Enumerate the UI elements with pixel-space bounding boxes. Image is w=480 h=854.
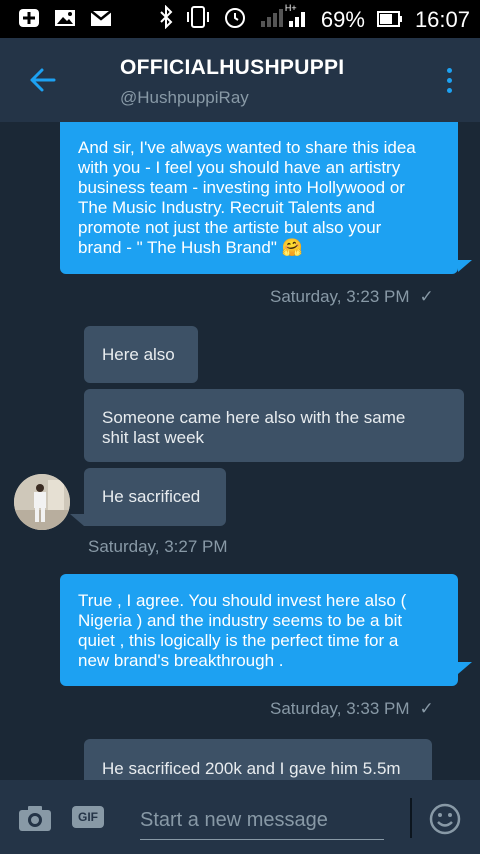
bubble-tail <box>458 662 472 674</box>
incoming-message[interactable]: Here also <box>84 326 198 383</box>
message-list[interactable]: And sir, I've always wanted to share thi… <box>0 122 480 780</box>
conversation-title[interactable]: OFFICIALHUSHPUPPI <box>120 56 344 80</box>
message-line: shit last week <box>102 428 205 447</box>
emoji-icon[interactable] <box>428 802 462 841</box>
image-icon <box>54 8 76 28</box>
message-line: Here also <box>102 345 175 364</box>
message-input[interactable] <box>140 802 384 840</box>
bluetooth-icon <box>159 4 173 35</box>
incoming-message[interactable]: He sacrificed 200k and I gave him 5.5m <box>84 739 432 780</box>
avatar[interactable] <box>14 474 70 530</box>
message-timestamp: Saturday, 3:27 PM <box>88 537 228 556</box>
sent-check-icon: ✓ <box>419 699 434 718</box>
message-timestamp: Saturday, 3:23 PM ✓ <box>270 287 434 306</box>
clock-time: 16:07 <box>414 7 470 32</box>
outgoing-message[interactable]: True , I agree. You should invest here a… <box>60 574 458 686</box>
message-line: new brand's breakthrough . <box>78 651 284 670</box>
message-line: business team - investing into Hollywood… <box>78 178 405 197</box>
message-timestamp: Saturday, 3:33 PM ✓ <box>270 699 434 718</box>
gif-button[interactable]: GIF <box>72 806 104 828</box>
message-line: True , I agree. You should invest here a… <box>78 591 407 610</box>
bubble-tail <box>458 260 472 272</box>
battery-percent: 69% <box>320 7 365 32</box>
message-line: He sacrificed <box>102 487 201 506</box>
message-line: quiet , this logically is the perfect ti… <box>78 631 399 650</box>
network-label: H+ <box>284 3 297 13</box>
message-line: promote not just the artiste but also yo… <box>78 218 382 237</box>
message-line: Nigeria ) and the industry seems to be a… <box>78 611 403 630</box>
conversation-header: OFFICIALHUSHPUPPI @HushpuppiRay <box>0 38 480 122</box>
incoming-message[interactable]: Someone came here also with the same shi… <box>84 389 464 462</box>
battery-icon <box>376 7 403 33</box>
message-line: with you - I feel you should have an art… <box>78 158 401 177</box>
status-bar: H+ 69% 16:07 <box>0 0 480 38</box>
message-line: He sacrificed 200k and I gave him 5.5m <box>102 759 401 778</box>
outgoing-message[interactable]: And sir, I've always wanted to share thi… <box>60 122 458 274</box>
bubble-tail <box>70 514 84 526</box>
message-composer: GIF <box>0 780 480 854</box>
signal-icon: H+ <box>259 3 309 35</box>
message-line: The Music Industry. Recruit Talents and <box>78 198 376 217</box>
vibrate-icon <box>185 5 211 35</box>
alarm-icon <box>223 5 247 35</box>
more-options-icon[interactable] <box>446 68 454 94</box>
incoming-message[interactable]: He sacrificed <box>84 468 226 526</box>
gmail-icon <box>90 8 112 28</box>
message-line: brand - " The Hush Brand" 🤗 <box>78 238 303 257</box>
sent-check-icon: ✓ <box>419 287 434 306</box>
composer-divider <box>410 798 412 838</box>
back-arrow-icon[interactable] <box>28 66 58 94</box>
camera-icon[interactable] <box>18 804 52 837</box>
message-line: And sir, I've always wanted to share thi… <box>78 138 416 157</box>
message-line: Someone came here also with the same <box>102 408 406 427</box>
conversation-handle[interactable]: @HushpuppiRay <box>120 88 249 108</box>
add-icon <box>18 8 40 28</box>
